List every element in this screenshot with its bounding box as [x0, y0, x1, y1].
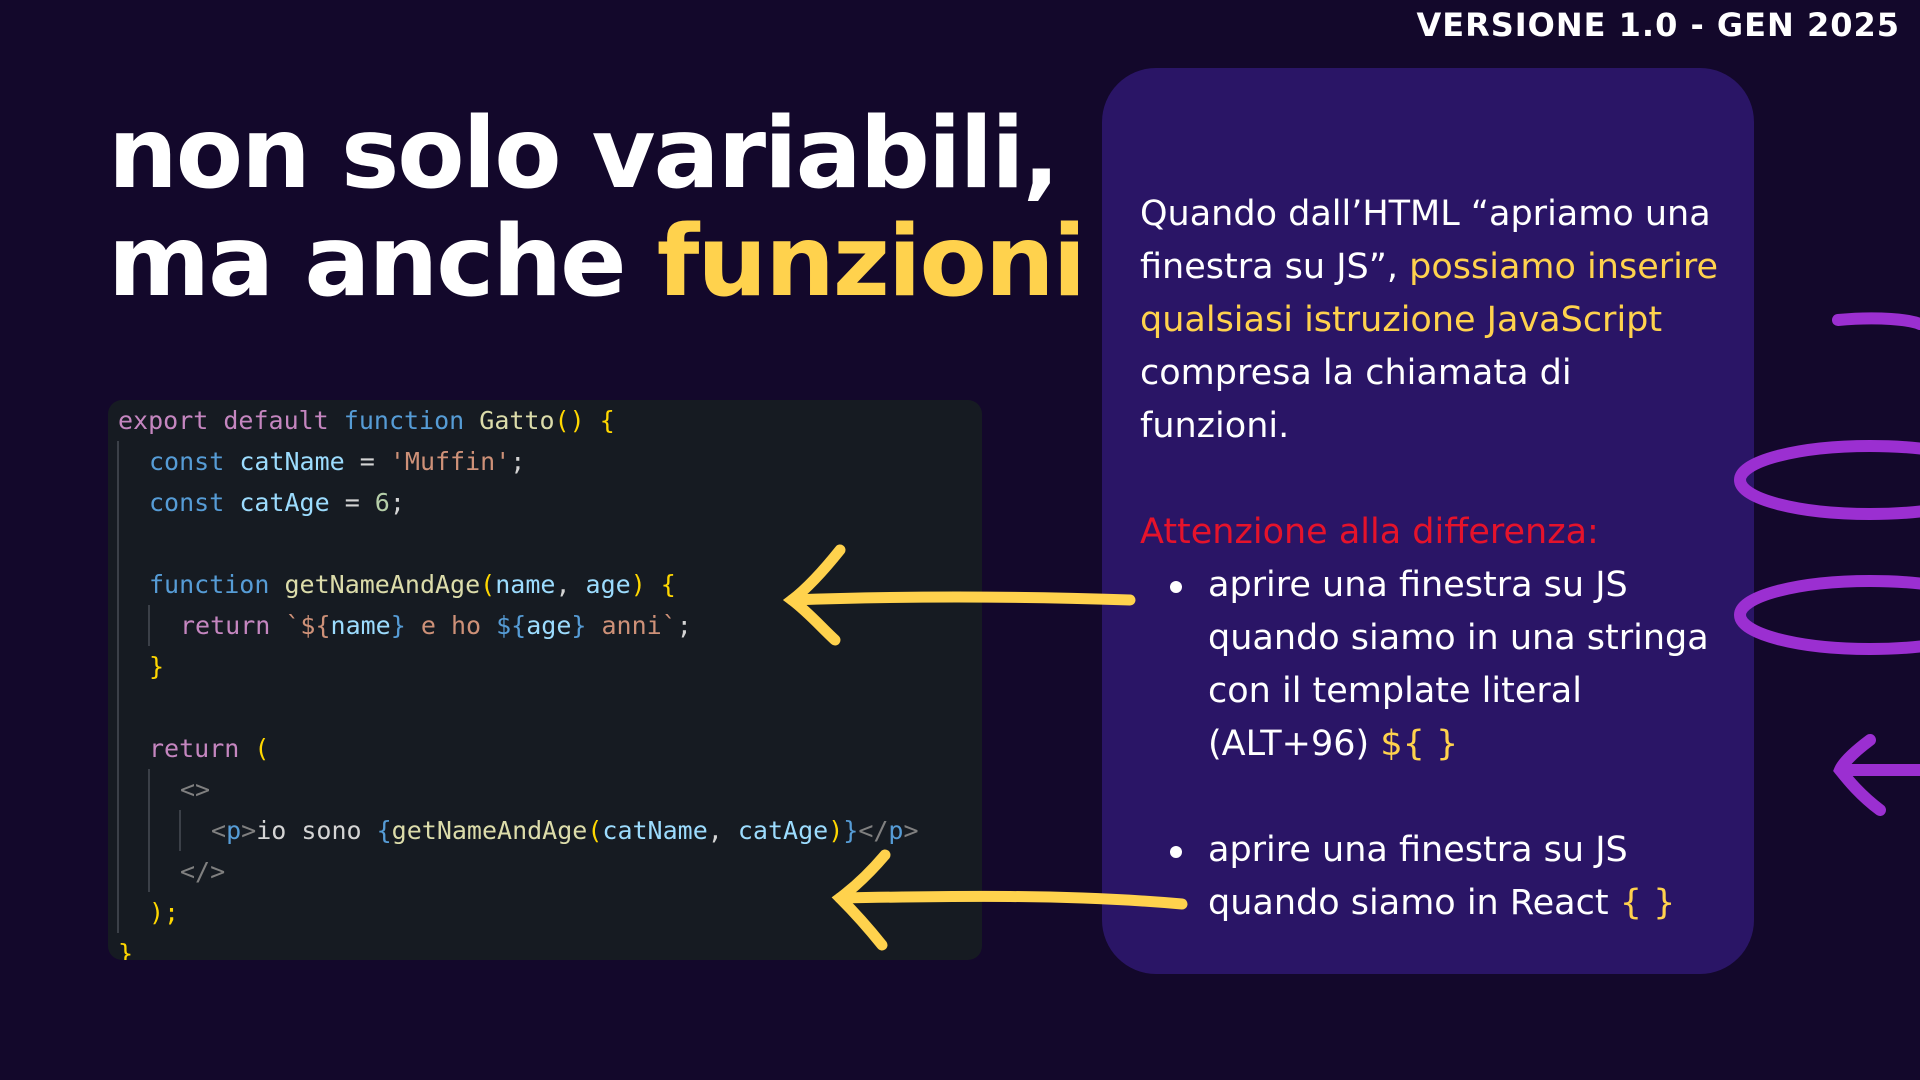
- arrow-to-react-expression: [834, 890, 1188, 910]
- arrow-to-template-literal: [786, 591, 1136, 606]
- pointer-arrows: [782, 544, 1188, 951]
